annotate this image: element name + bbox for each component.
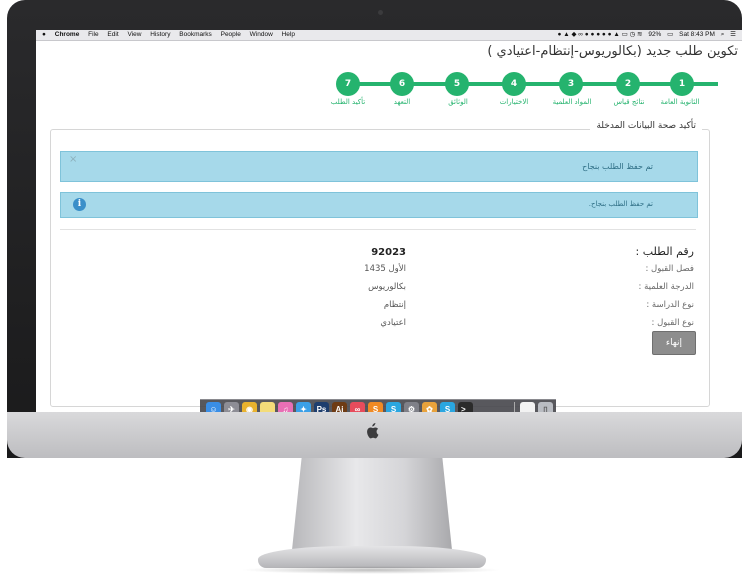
step-4-label: الاختيارات — [499, 98, 529, 106]
menu-edit[interactable]: Edit — [107, 31, 118, 38]
photos-icon[interactable]: ✿ — [422, 402, 437, 412]
step-3-label: المواد العلمية — [552, 98, 592, 106]
menu-people[interactable]: People — [221, 31, 241, 38]
launchpad-icon[interactable]: ✈ — [224, 402, 239, 412]
infinity-icon[interactable]: ∞ — [350, 402, 365, 412]
semester-value: الأول 1435 — [364, 264, 406, 274]
step-6-circle[interactable]: 6 — [390, 72, 414, 96]
degree-value: بكالوريوس — [368, 282, 406, 292]
mac-dock: ☺ ✈ ◉ ♫ ✦ Ps Ai ∞ S S ⚙ ✿ S >_ ▯ — [200, 399, 556, 412]
menu-bookmarks[interactable]: Bookmarks — [179, 31, 212, 38]
step-2-circle[interactable]: 2 — [616, 72, 640, 96]
sublime-icon[interactable]: S — [368, 402, 383, 412]
battery-percent[interactable]: 92% — [648, 31, 661, 38]
step-3-circle[interactable]: 3 — [559, 72, 583, 96]
step-1-label: الثانوية العامة — [660, 98, 700, 106]
step-6-label: التعهد — [393, 98, 411, 106]
stand-shadow — [240, 566, 502, 574]
study-type-value: إنتظام — [383, 300, 406, 310]
finder-icon[interactable]: ☺ — [206, 402, 221, 412]
divider — [60, 229, 696, 230]
skype2-icon[interactable]: S — [440, 402, 455, 412]
camera-icon — [378, 10, 383, 15]
status-icons[interactable]: ● ▲ ◆ ∞ ● ● ● ● ● ▲ ▭ ◷ ≋ — [558, 31, 643, 38]
info-alert: تم حفظ الطلب بنجاح. i — [60, 192, 698, 218]
apple-logo-icon — [365, 423, 379, 439]
itunes-icon[interactable]: ♫ — [278, 402, 293, 412]
photoshop-icon[interactable]: Ps — [314, 402, 329, 412]
monitor-stand — [292, 458, 452, 550]
menu-history[interactable]: History — [150, 31, 170, 38]
step-7-circle[interactable]: 7 — [336, 72, 360, 96]
menu-file[interactable]: File — [88, 31, 98, 38]
monitor-stand-base — [258, 546, 486, 568]
request-number-value: 92023 — [371, 247, 406, 258]
mac-menubar: ● Chrome File Edit View History Bookmark… — [36, 30, 742, 41]
semester-label: فصل القبول : — [645, 264, 694, 274]
notification-center-icon[interactable]: ☰ — [730, 31, 736, 38]
terminal-icon[interactable]: >_ — [458, 402, 473, 412]
close-icon[interactable]: × — [69, 154, 77, 165]
apple-menu-icon[interactable]: ● — [42, 31, 46, 38]
illustrator-icon[interactable]: Ai — [332, 402, 347, 412]
info-icon: i — [73, 198, 86, 211]
settings-icon[interactable]: ⚙ — [404, 402, 419, 412]
step-7-label: تأكيد الطلب — [330, 98, 366, 106]
twitter-icon[interactable]: ✦ — [296, 402, 311, 412]
step-5-label: الوثائق — [448, 98, 468, 106]
trash-icon[interactable]: ▯ — [538, 402, 553, 412]
chrome-icon[interactable]: ◉ — [242, 402, 257, 412]
admission-type-label: نوع القبول : — [651, 318, 694, 328]
study-type-label: نوع الدراسة : — [646, 300, 694, 310]
success-alert-text: تم حفظ الطلب بنجاح — [582, 162, 653, 171]
success-alert: تم حفظ الطلب بنجاح × — [60, 151, 698, 182]
skype-icon[interactable]: S — [386, 402, 401, 412]
fieldset-legend: تأكيد صحة البيانات المدخلة — [590, 121, 702, 131]
battery-icon: ▭ — [667, 31, 674, 38]
step-1-circle[interactable]: 1 — [670, 72, 694, 96]
screen: ● Chrome File Edit View History Bookmark… — [36, 30, 742, 412]
spotlight-search-icon[interactable]: ⌕ — [721, 31, 725, 38]
menu-window[interactable]: Window — [250, 31, 273, 38]
page-title: تكوين طلب جديد (بكالوريوس-إنتظام-اعتيادي… — [487, 44, 738, 59]
web-page: تكوين طلب جديد (بكالوريوس-إنتظام-اعتيادي… — [36, 41, 742, 407]
documents-icon[interactable] — [520, 402, 535, 412]
admission-type-value: اعتيادي — [380, 318, 406, 328]
step-5-circle[interactable]: 5 — [445, 72, 469, 96]
menubar-clock[interactable]: Sat 8:43 PM — [679, 31, 715, 38]
notes-icon[interactable] — [260, 402, 275, 412]
menu-app-name[interactable]: Chrome — [55, 31, 80, 38]
finish-button[interactable]: إنهاء — [652, 331, 696, 355]
degree-label: الدرجة العلمية : — [638, 282, 695, 292]
step-4-circle[interactable]: 4 — [502, 72, 526, 96]
request-number-label: رقم الطلب : — [635, 245, 694, 258]
dock-separator — [514, 402, 515, 412]
menu-view[interactable]: View — [127, 31, 141, 38]
info-alert-text: تم حفظ الطلب بنجاح. — [588, 200, 653, 208]
step-2-label: نتائج قياس — [613, 98, 645, 106]
menu-help[interactable]: Help — [282, 31, 295, 38]
